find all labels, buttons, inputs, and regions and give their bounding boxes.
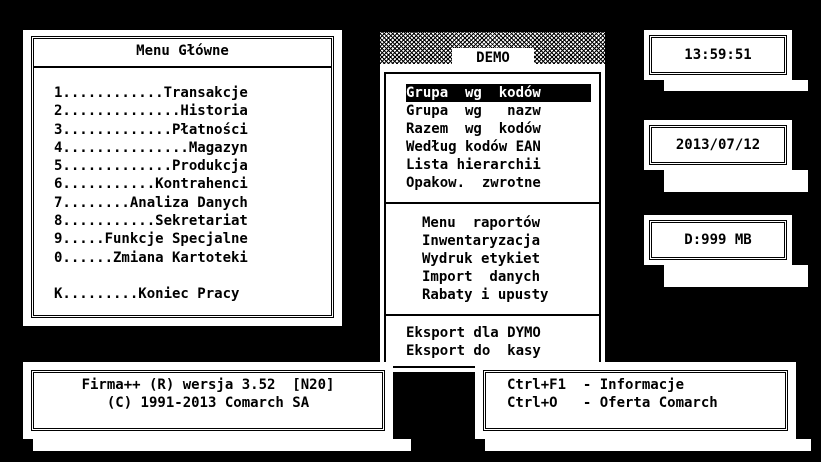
demo-divider — [384, 202, 601, 204]
shortcut-oferta-comarch[interactable]: Ctrl+O - Oferta Comarch — [507, 395, 718, 411]
main-menu-list: 1............Transakcje 2..............H… — [54, 84, 248, 267]
demo-item-wedlug-kodow-ean[interactable]: Według kodów EAN — [406, 138, 591, 156]
time-box: 13:59:51 — [644, 30, 792, 80]
demo-item-grupa-wg-nazw[interactable]: Grupa wg nazw — [406, 102, 591, 120]
main-menu-title: Menu Główne — [136, 43, 229, 59]
date-display: 2013/07/12 — [675, 137, 761, 153]
disk-box-shadow — [664, 265, 808, 287]
date-box-shadow — [664, 170, 808, 192]
version-line: Firma++ (R) wersja 3.52 [N20] — [81, 377, 335, 393]
demo-menu-panel: DEMO Grupa wg kodów Grupa wg nazw Razem … — [380, 32, 605, 372]
disk-box: D:999 MB — [644, 215, 792, 265]
menu-item-analiza-danych[interactable]: 7........Analiza Danych — [54, 194, 248, 212]
main-menu-panel: Menu Główne 1............Transakcje 2...… — [23, 30, 342, 326]
copyright-text: Firma++ (R) wersja 3.52 [N20] (C) 1991-2… — [23, 376, 393, 412]
demo-item-eksport-dymo[interactable]: Eksport dla DYMO — [406, 324, 591, 342]
demo-item-grupa-wg-kodow[interactable]: Grupa wg kodów — [406, 84, 591, 102]
menu-item-koniec-pracy[interactable]: K.........Koniec Pracy — [54, 286, 239, 302]
copyright-panel-shadow — [33, 439, 411, 451]
main-menu-divider — [33, 66, 332, 68]
time-display: 13:59:51 — [684, 47, 752, 63]
menu-item-produkcja[interactable]: 5.............Produkcja — [54, 157, 248, 175]
disk-space-display: D:999 MB — [684, 232, 752, 248]
shortcuts-text: Ctrl+F1 - Informacje Ctrl+O - Oferta Com… — [507, 376, 718, 412]
menu-item-zmiana-kartoteki[interactable]: 0......Zmiana Kartoteki — [54, 249, 248, 267]
menu-item-sekretariat[interactable]: 8...........Sekretariat — [54, 212, 248, 230]
copyright-line: (C) 1991-2013 Comarch SA — [106, 395, 310, 411]
demo-item-razem-wg-kodow[interactable]: Razem wg kodów — [406, 120, 591, 138]
demo-item-lista-hierarchii[interactable]: Lista hierarchii — [406, 156, 591, 174]
menu-item-magazyn[interactable]: 4...............Magazyn — [54, 139, 248, 157]
date-box: 2013/07/12 — [644, 120, 792, 170]
menu-item-transakcje[interactable]: 1............Transakcje — [54, 84, 248, 102]
shortcuts-panel: Ctrl+F1 - Informacje Ctrl+O - Oferta Com… — [475, 362, 796, 439]
demo-item-opakow-zwrotne[interactable]: Opakow. zwrotne — [406, 174, 591, 192]
time-box-shadow — [664, 80, 808, 91]
demo-item-import-danych[interactable]: Import danych — [422, 268, 607, 286]
menu-item-platnosci[interactable]: 3.............Płatności — [54, 121, 248, 139]
shortcut-informacje[interactable]: Ctrl+F1 - Informacje — [507, 377, 684, 393]
demo-item-wydruk-etykiet[interactable]: Wydruk etykiet — [422, 250, 607, 268]
demo-item-menu-raportow[interactable]: Menu raportów — [422, 214, 607, 232]
demo-divider — [384, 314, 601, 316]
menu-item-historia[interactable]: 2..............Historia — [54, 102, 248, 120]
demo-item-eksport-kasy[interactable]: Eksport do kasy — [406, 342, 591, 360]
copyright-panel: Firma++ (R) wersja 3.52 [N20] (C) 1991-2… — [23, 362, 393, 439]
demo-item-rabaty-upusty[interactable]: Rabaty i upusty — [422, 286, 607, 304]
menu-item-funkcje-specjalne[interactable]: 9.....Funkcje Specjalne — [54, 230, 248, 248]
menu-item-kontrahenci[interactable]: 6...........Kontrahenci — [54, 175, 248, 193]
demo-item-inwentaryzacja[interactable]: Inwentaryzacja — [422, 232, 607, 250]
demo-menu-title: DEMO — [452, 48, 534, 68]
shortcuts-panel-shadow — [485, 439, 811, 451]
